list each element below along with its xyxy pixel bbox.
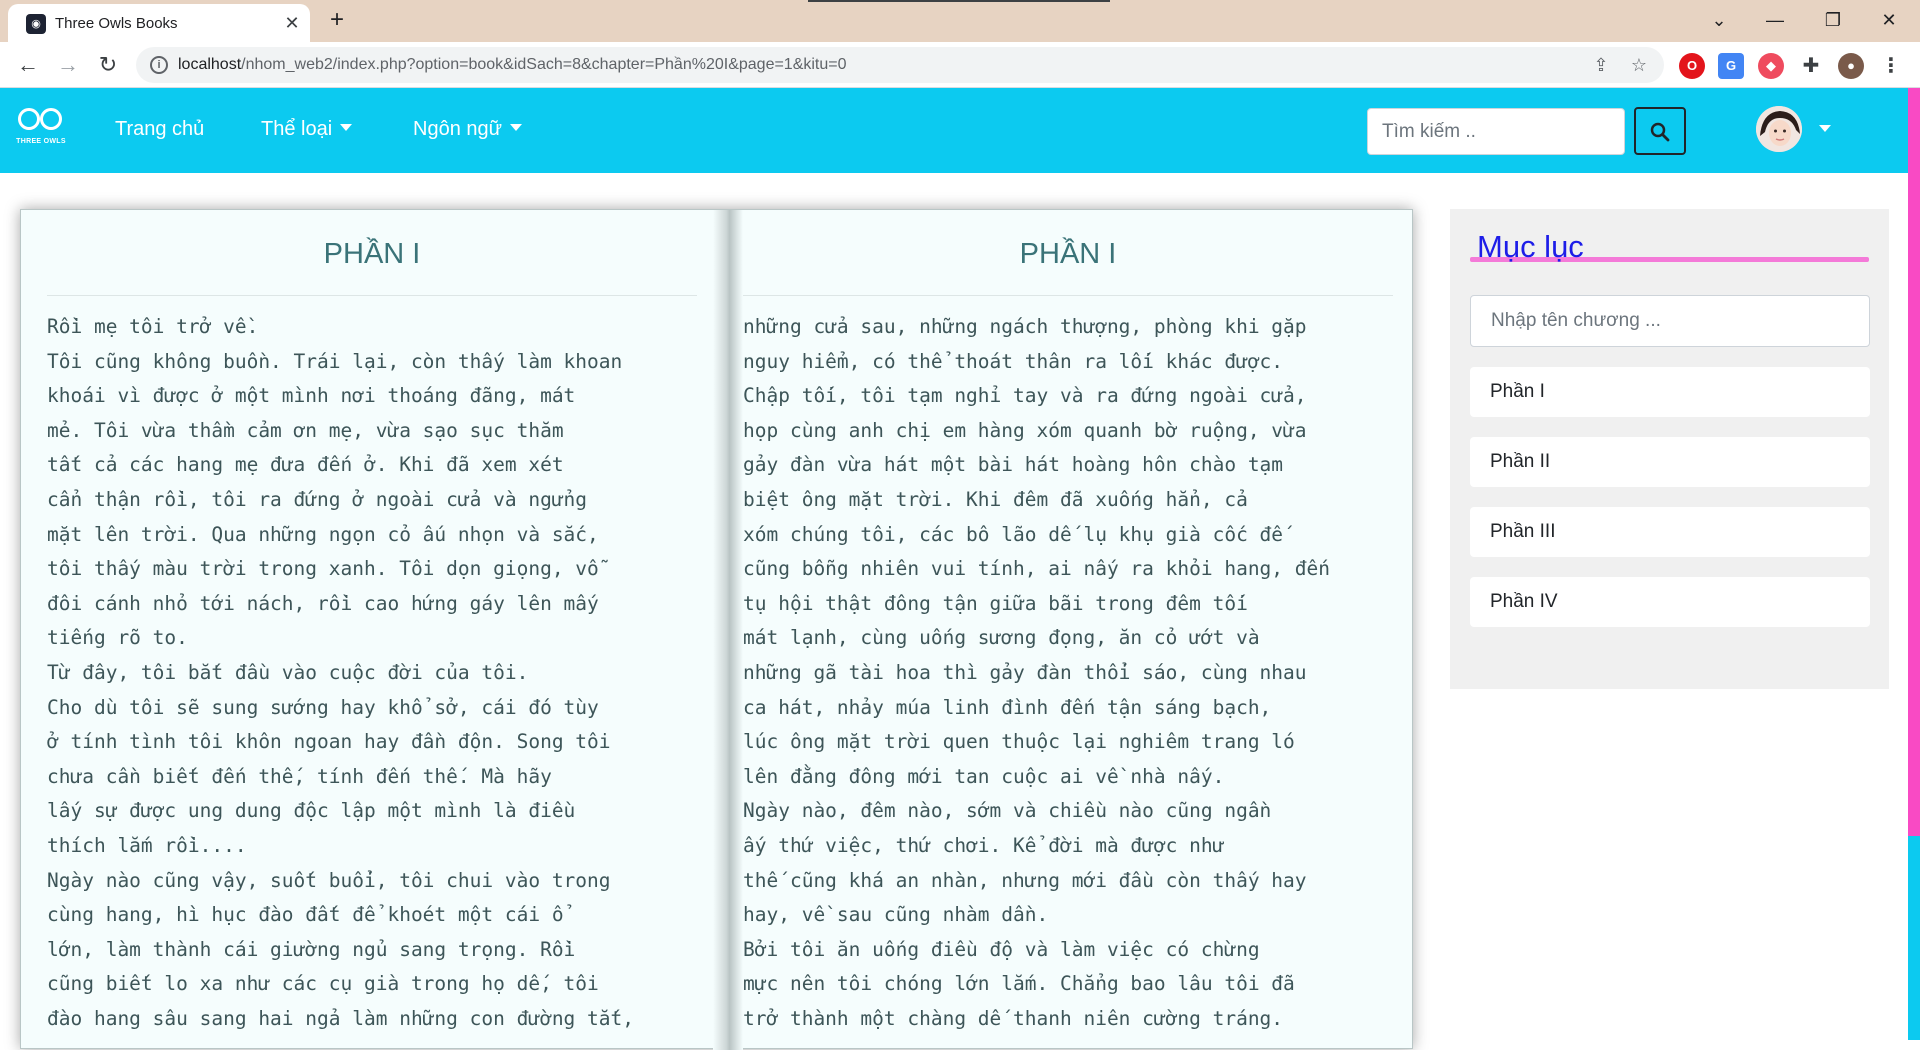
book-spine <box>713 210 743 1050</box>
right-page: PHẦN I những cửa sau, những ngách thượng… <box>743 210 1393 1050</box>
nav-home-link[interactable]: Trang chủ <box>115 118 204 141</box>
toc-chapter-item[interactable]: Phần II <box>1470 437 1870 487</box>
toc-chapter-item[interactable]: Phần I <box>1470 367 1870 417</box>
site-search-button[interactable] <box>1634 107 1686 155</box>
site-navbar: THREE OWLS Trang chủ Thể loại Ngôn ngữ <box>0 88 1920 173</box>
back-arrow-icon[interactable]: ← <box>12 50 44 82</box>
restore-button[interactable]: ❐ <box>1810 4 1856 36</box>
owl-eyes-icon <box>18 108 64 134</box>
tab-title: Three Owls Books <box>55 15 178 32</box>
tab-close-icon[interactable]: ✕ <box>281 12 303 34</box>
chapter-search-input[interactable] <box>1470 295 1870 347</box>
address-bar[interactable]: i localhost/nhom_web2/index.php?option=b… <box>136 47 1664 83</box>
close-window-button[interactable]: ✕ <box>1866 4 1912 36</box>
table-of-contents: Mục lục Phần I Phần II Phần III Phần IV <box>1450 209 1889 689</box>
book-reader: PHẦN I Rồi mẹ tôi trở về. Tôi cũng không… <box>20 209 1413 1050</box>
forward-arrow-icon[interactable]: → <box>52 50 84 82</box>
toc-chapter-item[interactable]: Phần IV <box>1470 577 1870 627</box>
right-page-text: những cửa sau, những ngách thượng, phòng… <box>743 315 1330 1030</box>
url-host: localhost <box>178 56 242 73</box>
browser-tabstrip: ◉ Three Owls Books ✕ + ⌄ — ❐ ✕ <box>0 0 1920 42</box>
shield-extension-icon[interactable]: ◆ <box>1758 53 1784 79</box>
right-page-title: PHẦN I <box>1019 238 1117 270</box>
tab-search-chevron-icon[interactable]: ⌄ <box>1696 4 1742 36</box>
caret-down-icon <box>340 124 353 132</box>
tabstrip-indicator <box>808 0 1110 2</box>
user-avatar[interactable] <box>1756 106 1802 152</box>
search-icon <box>1650 122 1670 142</box>
nav-category-dropdown[interactable]: Thể loại <box>261 118 353 141</box>
nav-language-dropdown[interactable]: Ngôn ngữ <box>413 118 523 141</box>
browser-tab[interactable]: ◉ Three Owls Books ✕ <box>8 4 310 42</box>
extensions-puzzle-icon[interactable]: ✚ <box>1798 53 1824 79</box>
left-page: PHẦN I Rồi mẹ tôi trở về. Tôi cũng không… <box>47 210 697 1050</box>
translate-extension-icon[interactable]: G <box>1718 53 1744 79</box>
nav-category-label: Thể loại <box>261 118 333 140</box>
left-page-text: Rồi mẹ tôi trở về. Tôi cũng không buồn. … <box>47 315 634 1030</box>
page-scrollbar-thumb[interactable] <box>1908 836 1920 1040</box>
divider <box>47 295 697 296</box>
toc-chapter-item[interactable]: Phần III <box>1470 507 1870 557</box>
site-info-icon[interactable]: i <box>150 56 168 74</box>
url-text[interactable]: localhost/nhom_web2/index.php?option=boo… <box>178 56 847 74</box>
menu-kebab-icon[interactable]: ⋮ <box>1878 53 1904 79</box>
divider <box>743 295 1393 296</box>
owl-favicon-icon: ◉ <box>26 14 46 34</box>
nav-language-label: Ngôn ngữ <box>413 118 503 140</box>
minimize-button[interactable]: — <box>1752 4 1798 36</box>
three-owls-logo[interactable]: THREE OWLS <box>14 106 68 154</box>
left-page-title: PHẦN I <box>323 238 421 270</box>
url-path: /nhom_web2/index.php?option=book&idSach=… <box>241 56 847 73</box>
site-search-input[interactable] <box>1367 108 1625 155</box>
profile-avatar-icon[interactable]: ● <box>1838 53 1864 79</box>
reload-icon[interactable]: ↻ <box>92 50 124 82</box>
page-scrollbar-track[interactable] <box>1908 88 1920 836</box>
browser-toolbar: ← → ↻ i localhost/nhom_web2/index.php?op… <box>0 42 1920 88</box>
toc-title: Mục lục <box>1477 229 1584 264</box>
opera-extension-icon[interactable]: O <box>1679 53 1705 79</box>
bookmark-star-icon[interactable]: ☆ <box>1626 52 1652 78</box>
new-tab-button[interactable]: + <box>323 7 351 35</box>
avatar-caret-down-icon[interactable] <box>1819 125 1831 132</box>
user-photo-icon <box>1756 106 1802 152</box>
logo-text: THREE OWLS <box>16 138 66 145</box>
share-icon[interactable]: ⇪ <box>1588 52 1614 78</box>
caret-down-icon <box>510 124 523 132</box>
